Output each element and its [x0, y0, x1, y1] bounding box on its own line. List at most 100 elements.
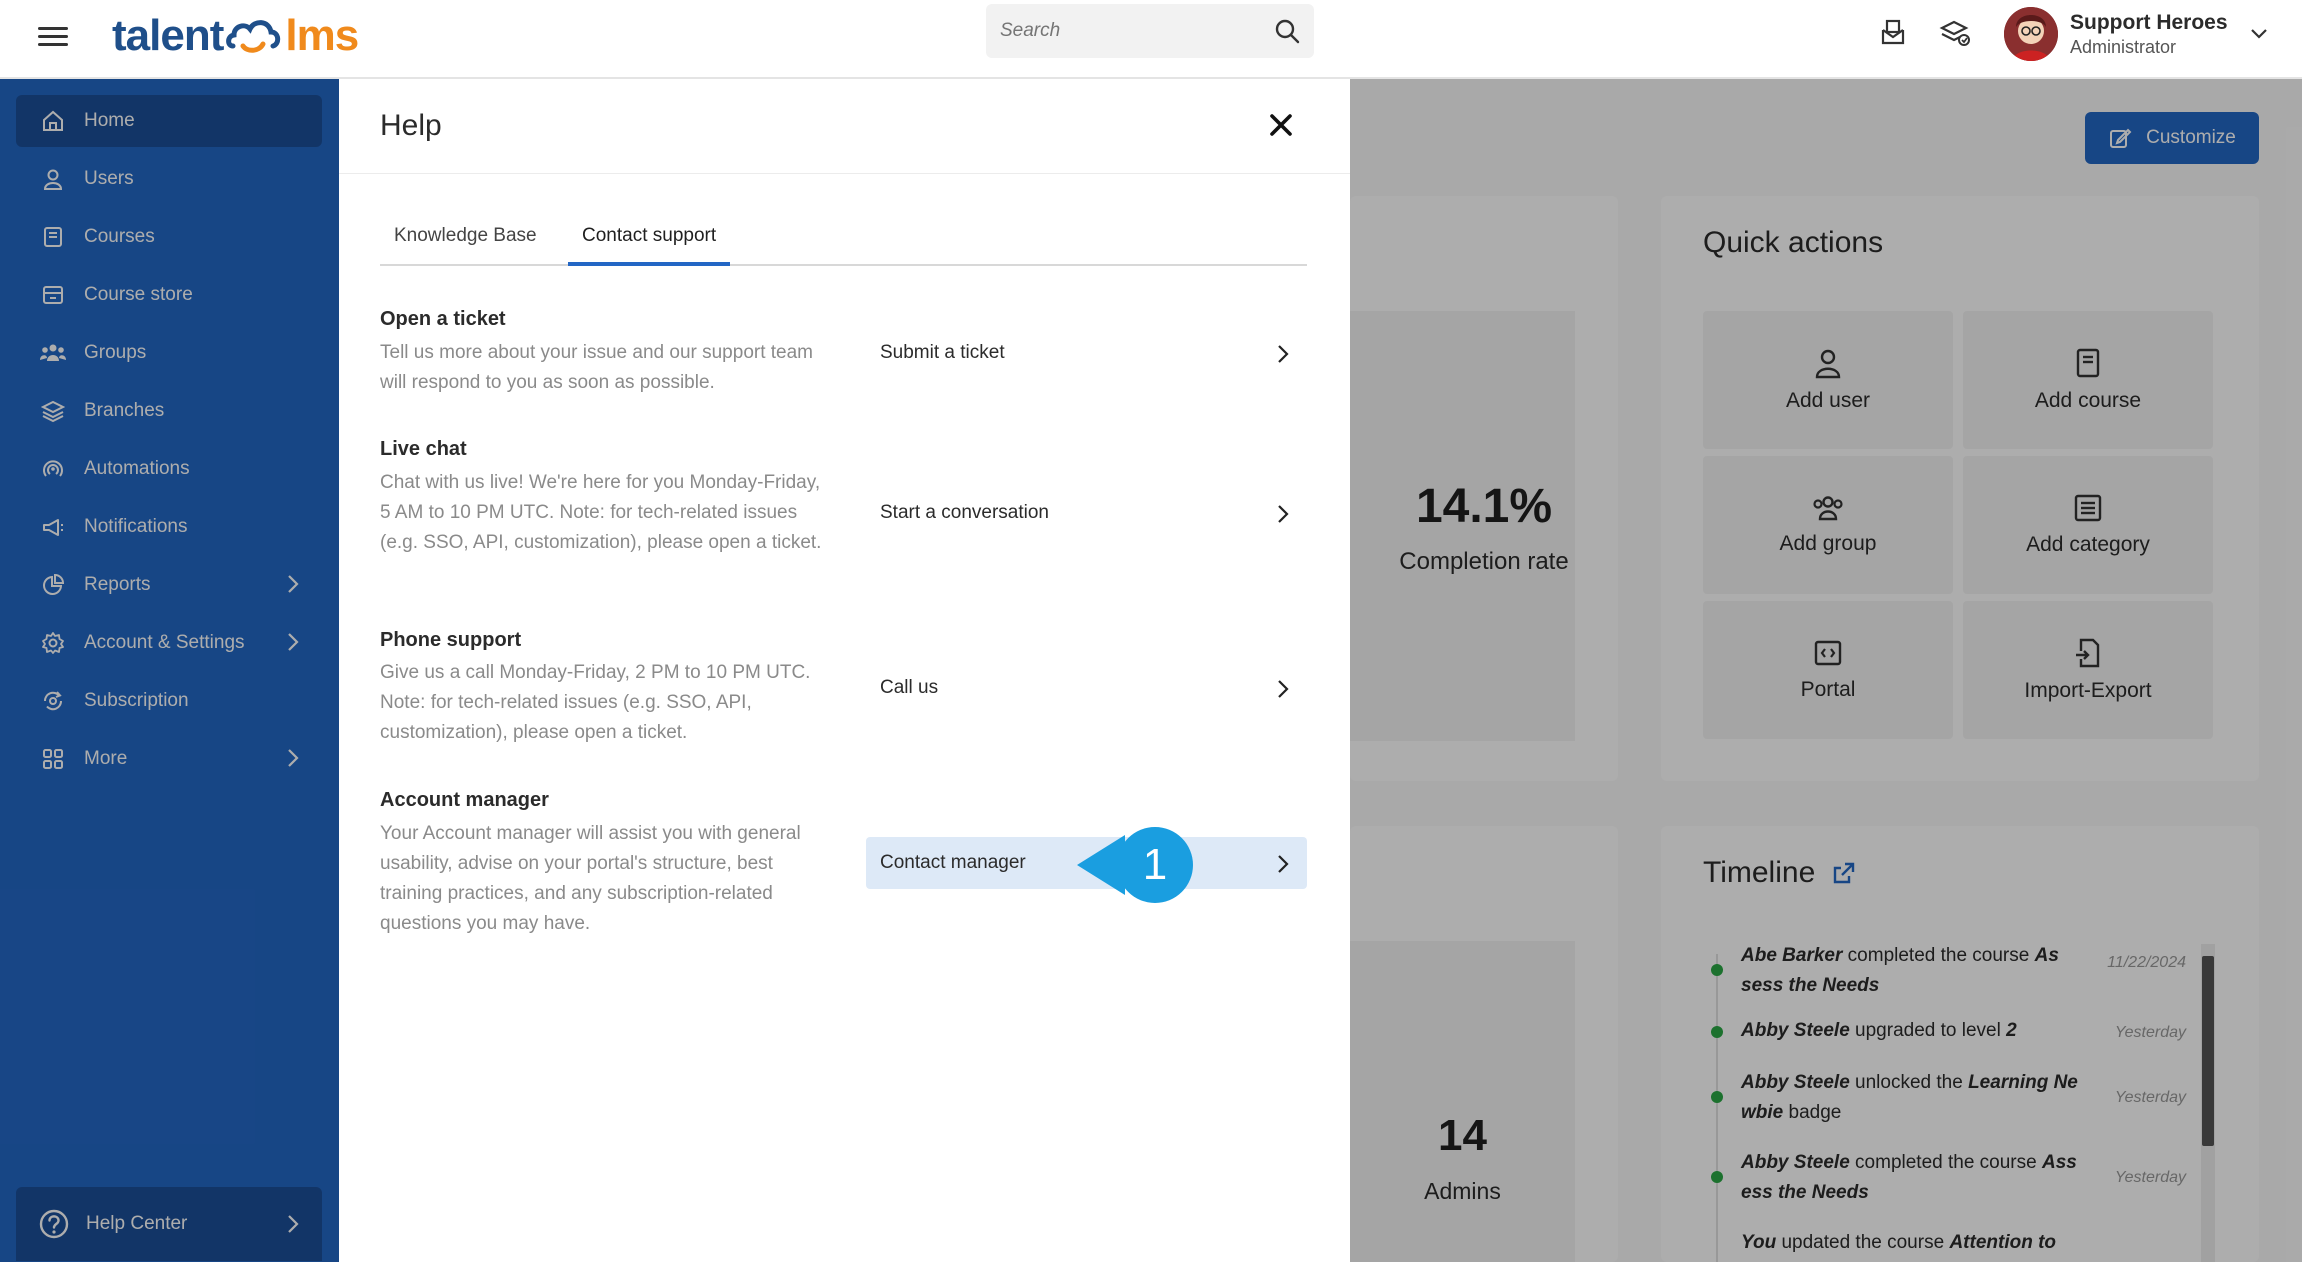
external-link-icon[interactable] [1831, 860, 1857, 886]
sidebar-item-label: Users [84, 168, 134, 189]
sidebar-item-courses[interactable]: Courses [16, 211, 322, 263]
customize-button[interactable]: Customize [2085, 112, 2259, 164]
megaphone-icon [40, 514, 66, 540]
automation-icon [40, 456, 66, 482]
admins-label: Admins [1424, 1178, 1501, 1204]
add-group-button[interactable]: Add group [1703, 456, 1953, 594]
action-label: Submit a ticket [880, 342, 1005, 363]
tab-knowledge-base[interactable]: Knowledge Base [380, 219, 551, 266]
sidebar-item-label: More [84, 748, 128, 769]
search-icon[interactable] [1274, 18, 1300, 44]
chevron-right-icon[interactable] [286, 747, 300, 769]
sidebar-item-more[interactable]: More [16, 733, 322, 785]
groups-icon [40, 340, 66, 366]
subscription-icon [40, 688, 66, 714]
question-circle-icon [39, 1209, 69, 1239]
timeline-dot [1711, 964, 1723, 976]
gear-icon [40, 630, 66, 656]
sidebar-item-label: Course store [84, 284, 193, 305]
help-panel-title: Help [380, 109, 442, 142]
sidebar-item-automations[interactable]: Automations [16, 443, 322, 495]
grid-icon [40, 746, 66, 772]
sidebar-item-label: Groups [84, 342, 147, 363]
timeline-scrollbar[interactable] [2201, 944, 2215, 1262]
list-icon [2074, 494, 2102, 522]
sidebar-item-branches[interactable]: Branches [16, 385, 322, 437]
add-course-button[interactable]: Add course [1963, 311, 2213, 449]
chevron-right-icon[interactable] [286, 573, 300, 595]
logo-text-talent: talent [112, 11, 224, 60]
sidebar-item-course-store[interactable]: Course store [16, 269, 322, 321]
sidebar-item-label: Branches [84, 400, 165, 421]
timeline-date: Yesterday [2114, 1089, 2186, 1106]
sidebar-item-notifications[interactable]: Notifications [16, 501, 322, 553]
quick-action-label: Add group [1779, 532, 1877, 555]
add-category-button[interactable]: Add category [1963, 456, 2213, 594]
timeline-date: Yesterday [2114, 1024, 2186, 1041]
tab-contact-support[interactable]: Contact support [568, 219, 731, 266]
quick-actions-card: Quick actions Add user Add course Add gr… [1661, 196, 2259, 781]
chevron-right-icon[interactable] [286, 1213, 300, 1235]
sidebar-item-account-settings[interactable]: Account & Settings [16, 617, 322, 669]
section-desc-phone-support: Give us a call Monday-Friday, 2 PM to 10… [380, 662, 811, 743]
timeline-dot [1711, 1171, 1723, 1183]
user-menu[interactable]: Support Heroes Administrator [2004, 4, 2268, 64]
scrollbar-thumb[interactable] [2202, 956, 2214, 1146]
user-icon [1815, 349, 1841, 379]
import-export-button[interactable]: Import-Export [1963, 601, 2213, 739]
action-label: Call us [880, 677, 939, 698]
code-window-icon [1814, 640, 1842, 666]
action-label: Start a conversation [880, 502, 1049, 523]
step-callout-badge: 1 [1077, 827, 1193, 903]
portal-button[interactable]: Portal [1703, 601, 1953, 739]
sidebar: Home Users Courses Course store Groups B… [0, 79, 339, 1262]
top-bar: talent lms Search Support Heroes Adminis… [0, 0, 2302, 79]
sidebar-item-label: Home [84, 110, 135, 131]
search-box[interactable] [986, 4, 1314, 58]
sidebar-item-users[interactable]: Users [16, 153, 322, 205]
sidebar-item-label: Notifications [84, 516, 188, 537]
call-us-link[interactable]: Call us [866, 662, 1307, 714]
chevron-down-icon[interactable] [2250, 28, 2268, 40]
course-status-icon[interactable] [1938, 16, 1972, 50]
talentlms-logo[interactable]: talent lms [112, 6, 359, 66]
start-conversation-link[interactable]: Start a conversation [866, 487, 1307, 539]
hamburger-menu-icon[interactable] [38, 22, 68, 52]
close-icon[interactable] [1267, 111, 1295, 139]
chevron-right-icon[interactable] [286, 631, 300, 653]
sidebar-item-label: Subscription [84, 690, 189, 711]
timeline-entry: Abby Steele completed the course Ass ess… [1741, 1152, 2077, 1203]
callout-number: 1 [1143, 840, 1167, 889]
completion-value: 14.1% [1415, 480, 1553, 533]
quick-action-label: Add user [1785, 389, 1871, 412]
timeline-card: Timeline Abe Barker completed the course… [1661, 826, 2259, 1262]
section-title-live-chat: Live chat [380, 438, 467, 460]
pie-chart-icon [40, 572, 66, 598]
sidebar-item-subscription[interactable]: Subscription [16, 675, 322, 727]
sidebar-item-reports[interactable]: Reports [16, 559, 322, 611]
user-name: Support Heroes [2070, 10, 2228, 34]
sidebar-item-groups[interactable]: Groups [16, 327, 322, 379]
user-role: Administrator [2070, 36, 2177, 57]
help-panel: Help Knowledge Base Contact support Open… [339, 79, 1350, 1262]
section-desc-live-chat: Chat with us live! We're here for you Mo… [380, 472, 822, 553]
book-icon [2076, 348, 2100, 378]
sidebar-item-label: Courses [84, 226, 155, 247]
sidebar-item-home[interactable]: Home [16, 95, 322, 147]
timeline-entry: Abe Barker completed the course As sess … [1741, 945, 2059, 996]
sidebar-item-label: Account & Settings [84, 632, 245, 653]
help-center-button[interactable]: Help Center [16, 1187, 322, 1261]
chevron-right-icon [1278, 345, 1289, 363]
action-label: Contact manager [880, 852, 1026, 873]
messages-icon[interactable] [1876, 16, 1910, 50]
layers-icon [40, 398, 66, 424]
quick-action-label: Portal [1800, 678, 1856, 701]
admins-value: 14 [1438, 1111, 1487, 1160]
section-desc-open-ticket: Tell us more about your issue and our su… [380, 342, 814, 393]
submit-ticket-link[interactable]: Submit a ticket [866, 327, 1307, 379]
search-input[interactable] [1000, 20, 1274, 42]
add-user-button[interactable]: Add user [1703, 311, 1953, 449]
cloud-logo-icon [226, 20, 281, 53]
chevron-right-icon [1278, 855, 1289, 873]
quick-actions-title: Quick actions [1703, 226, 1884, 259]
